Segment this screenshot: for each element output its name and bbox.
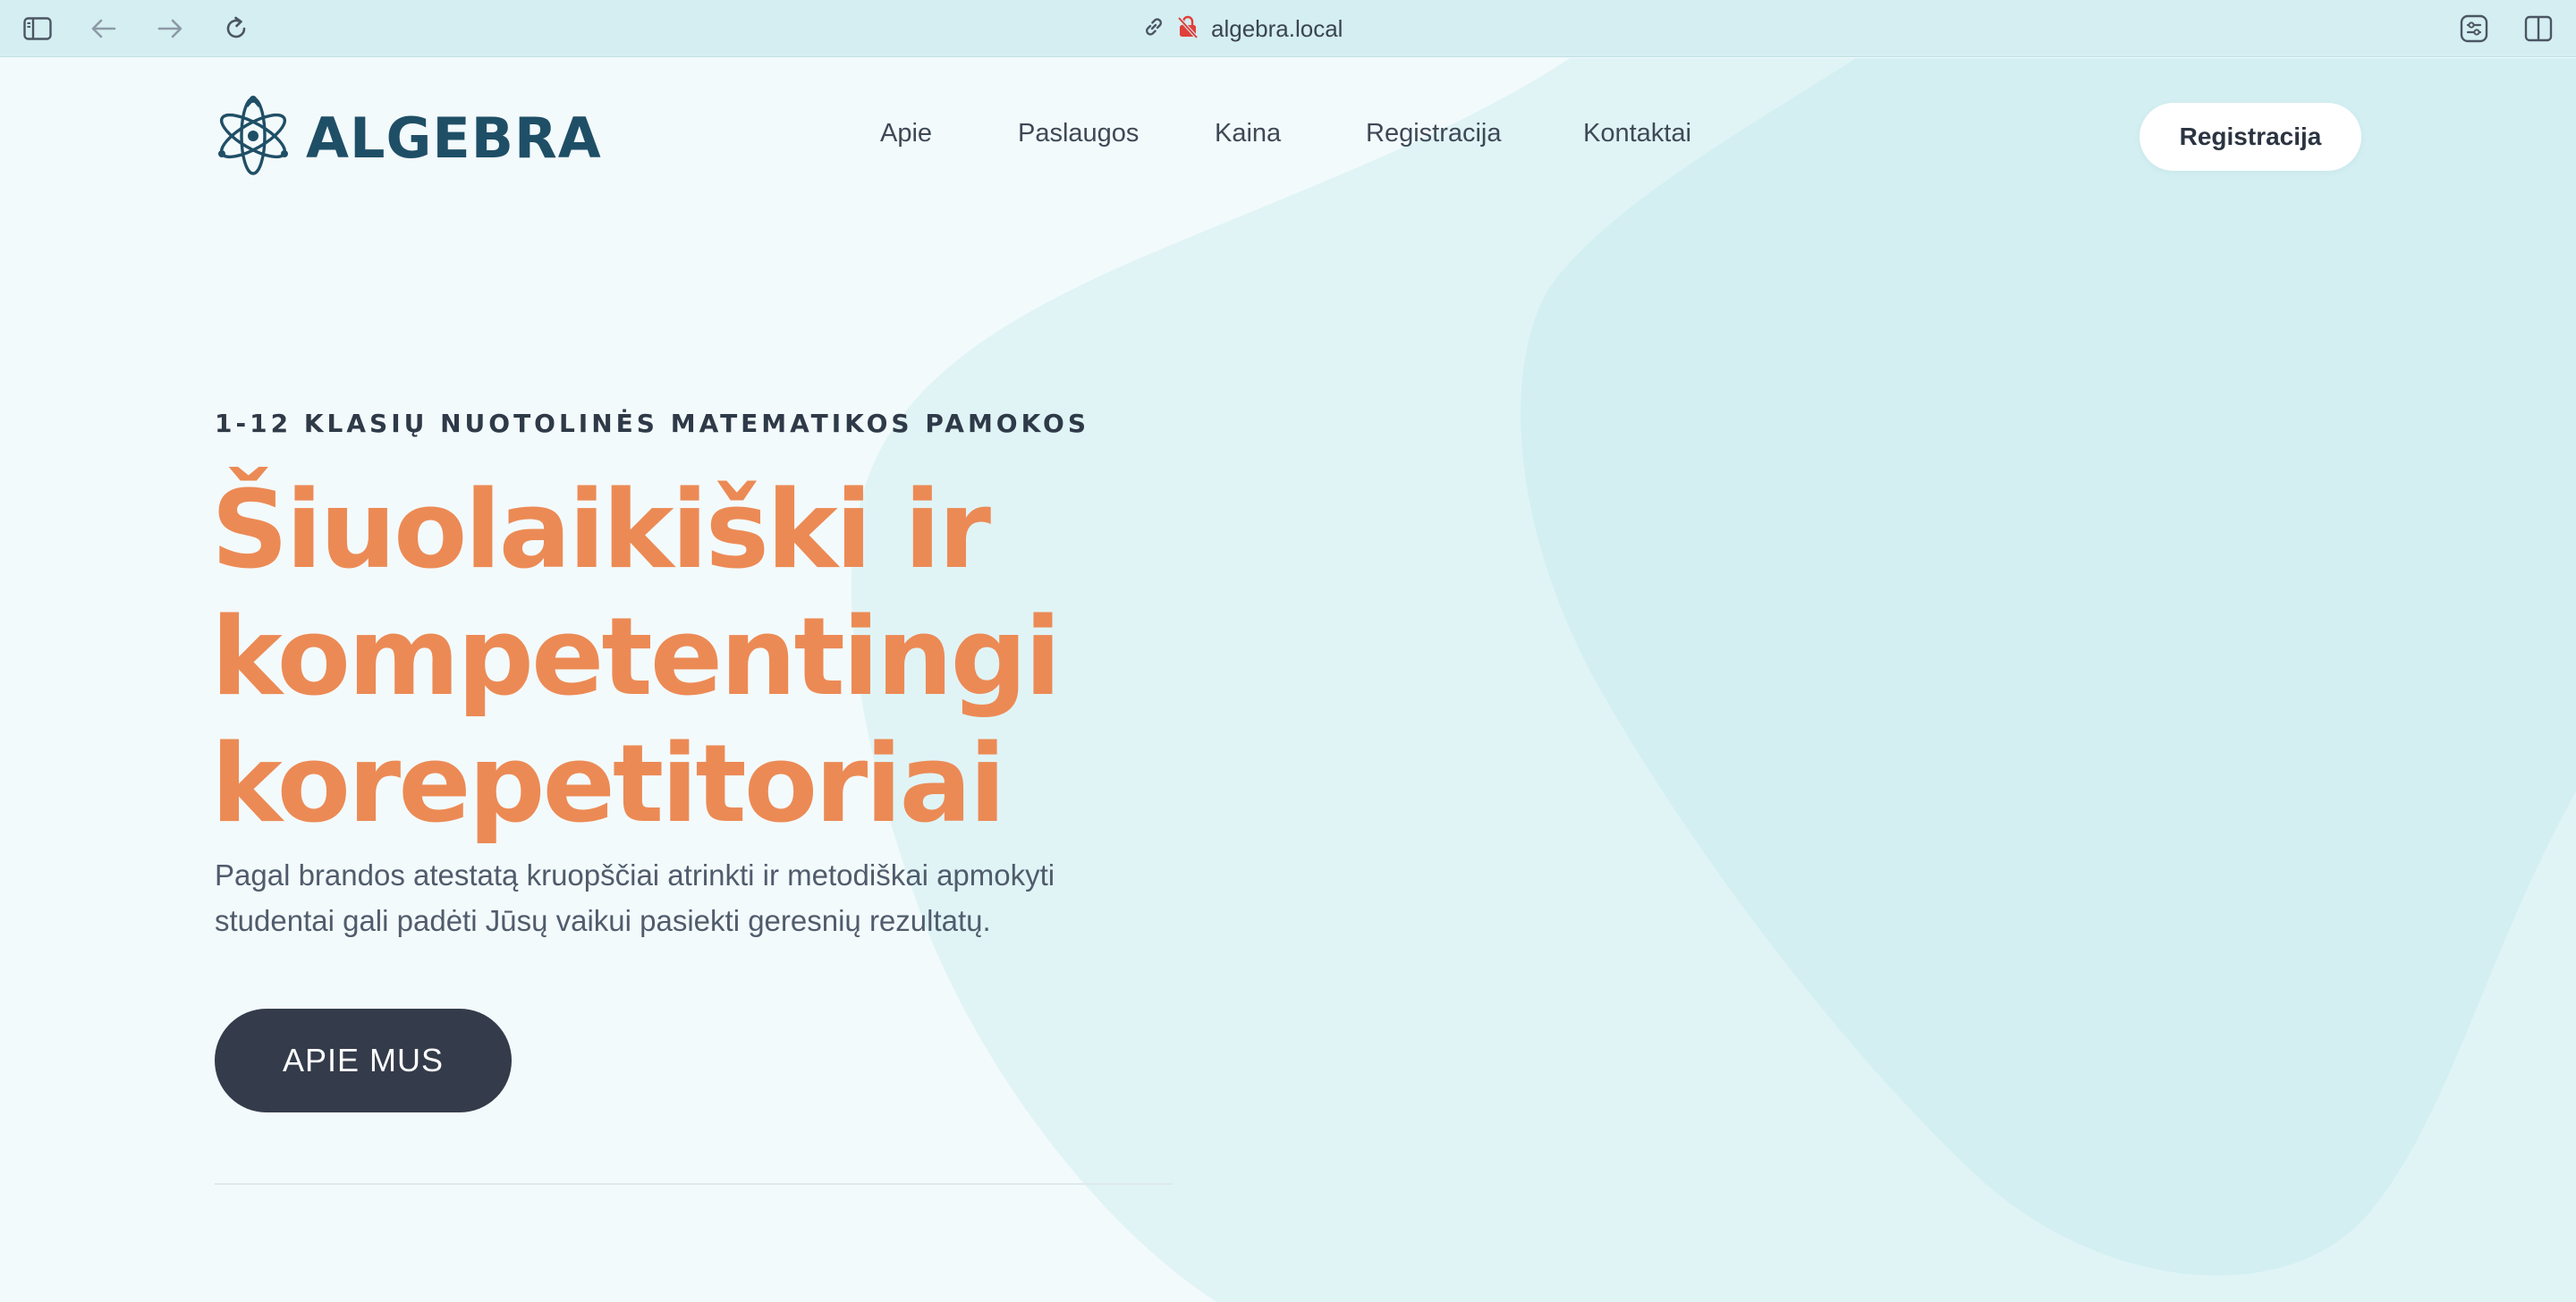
registration-button[interactable]: Registracija [2140,103,2361,171]
nav-item-kontaktai[interactable]: Kontaktai [1583,119,1691,148]
extension-icon[interactable] [2456,11,2492,46]
hero-headline: Šiuolaikiški ir kompetentingi korepetito… [211,468,1195,849]
nav-item-kaina[interactable]: Kaina [1215,119,1281,148]
hero-headline-line-2: kompetentingi [211,596,1061,720]
address-bar[interactable]: algebra.local [1141,13,1343,45]
hero-lead-text: Pagal brandos atestatą kruopščiai atrink… [215,858,1055,937]
browser-toolbar: algebra.local [0,0,2576,57]
split-view-icon[interactable] [2521,11,2556,46]
atom-icon [213,94,293,182]
forward-arrow-icon[interactable] [152,11,188,46]
hero-headline-line-1: Šiuolaikiški ir [211,469,991,593]
page: ALGEBRA Apie Paslaugos Kaina Registracij… [0,58,2576,1302]
about-us-button[interactable]: APIE MUS [215,1009,512,1112]
hero-eyebrow: 1-12 KLASIŲ NUOTOLINĖS MATEMATIKOS PAMOK… [215,409,1090,438]
url-text[interactable]: algebra.local [1211,15,1343,43]
hero-headline-line-3: korepetitoriai [211,723,1006,847]
logo[interactable]: ALGEBRA [213,94,602,182]
back-arrow-icon[interactable] [86,11,122,46]
nav-item-paslaugos[interactable]: Paslaugos [1018,119,1139,148]
nav-item-apie[interactable]: Apie [880,119,932,148]
insecure-lock-icon [1177,14,1199,44]
reload-icon[interactable] [218,11,254,46]
nav-item-registracija[interactable]: Registracija [1366,119,1502,148]
logo-text: ALGEBRA [306,106,602,171]
sidebar-toggle-icon[interactable] [20,11,55,46]
link-icon [1141,14,1166,44]
hero-divider [215,1183,1174,1185]
